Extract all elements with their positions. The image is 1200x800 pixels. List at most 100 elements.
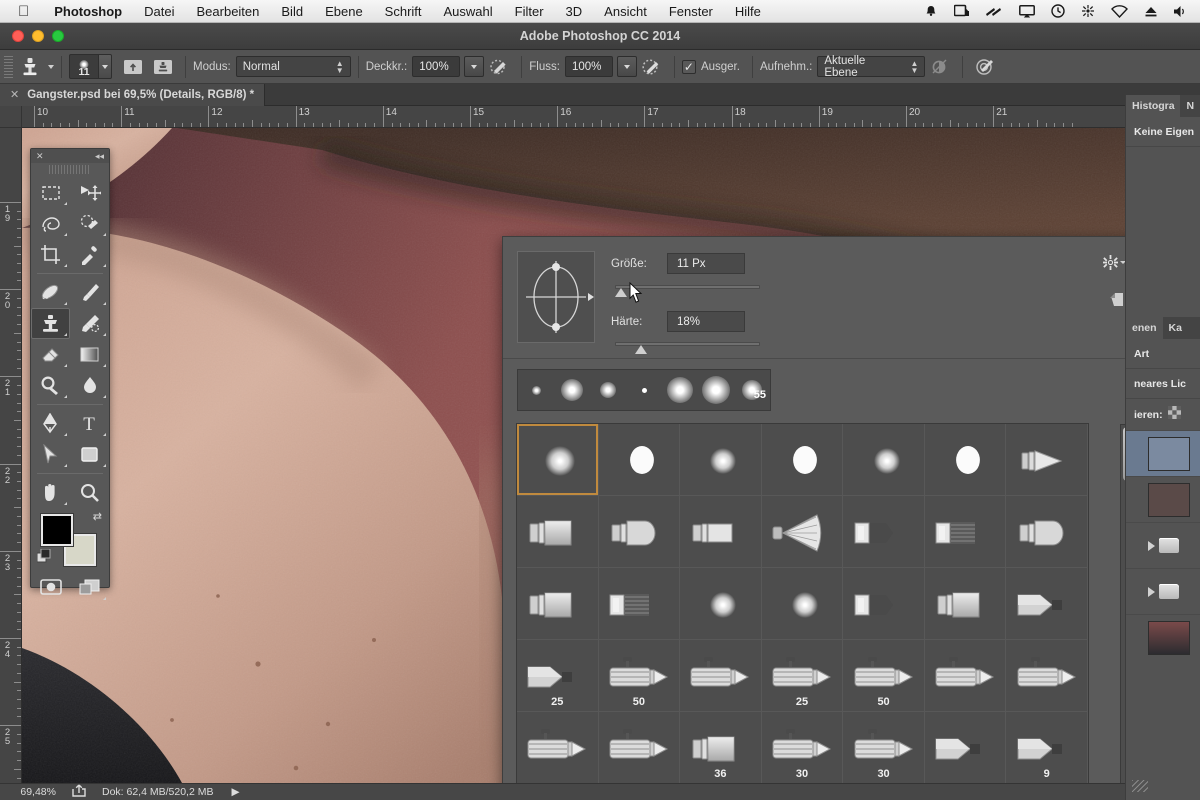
- dropbox-icon[interactable]: [1073, 4, 1103, 18]
- menu-item-hilfe[interactable]: Hilfe: [724, 4, 772, 19]
- dock-tab-enen[interactable]: enen: [1126, 317, 1163, 339]
- brush-preset-item[interactable]: [843, 568, 925, 640]
- vertical-ruler[interactable]: 19 20 21 22 23 24 25: [0, 128, 22, 800]
- brush-preset-item[interactable]: [924, 424, 1007, 496]
- dock-tab-n[interactable]: N: [1180, 95, 1200, 117]
- brush-hardness-input[interactable]: 18%: [667, 311, 745, 332]
- menu-item-bild[interactable]: Bild: [270, 4, 314, 19]
- close-icon[interactable]: ✕: [36, 151, 44, 161]
- tool-eyedropper-tool[interactable]: [70, 239, 109, 270]
- menu-item-fenster[interactable]: Fenster: [658, 4, 724, 19]
- brush-preset-item[interactable]: [680, 640, 762, 712]
- pressure-opacity-icon[interactable]: [486, 55, 512, 79]
- brush-tip-angle-control[interactable]: [517, 251, 595, 343]
- tool-quick-selection-tool[interactable]: [70, 208, 109, 239]
- clone-source-icon[interactable]: [150, 55, 176, 79]
- brush-preset-item[interactable]: 9: [1006, 712, 1088, 784]
- document-tab[interactable]: ✕ Gangster.psd bei 69,5% (Details, RGB/8…: [0, 83, 266, 106]
- brush-preset-item[interactable]: 36: [680, 712, 762, 784]
- chevron-down-icon[interactable]: [98, 55, 111, 78]
- tool-eraser-tool[interactable]: [31, 339, 70, 370]
- tool-move-tool[interactable]: [70, 177, 109, 208]
- tool-lasso-tool[interactable]: [31, 208, 70, 239]
- brush-preset-item[interactable]: [517, 424, 599, 496]
- tablet-pressure-size-icon[interactable]: [972, 55, 998, 79]
- tool-type-tool[interactable]: T: [70, 408, 109, 439]
- foreground-color-swatch[interactable]: [41, 514, 73, 546]
- panel-options-gear-icon[interactable]: [1103, 255, 1126, 270]
- layer-row[interactable]: [1126, 614, 1200, 660]
- tool-pen-tool[interactable]: [31, 408, 70, 439]
- volume-icon[interactable]: [1166, 5, 1196, 18]
- layer-filter-label[interactable]: Art: [1126, 339, 1200, 360]
- brush-preset-item[interactable]: [843, 496, 925, 568]
- expand-status-icon[interactable]: ▶: [213, 786, 239, 798]
- tool-path-selection-tool[interactable]: [31, 439, 70, 470]
- tool-clone-stamp-tool[interactable]: [31, 308, 70, 339]
- recent-brush-1[interactable]: [554, 379, 590, 401]
- brush-hardness-slider-thumb[interactable]: [635, 345, 648, 354]
- dock-tab-ka[interactable]: Ka: [1163, 317, 1188, 339]
- menu-item-auswahl[interactable]: Auswahl: [433, 4, 504, 19]
- recent-brush-2[interactable]: [590, 382, 626, 398]
- recent-brush-6[interactable]: 55: [734, 380, 770, 401]
- tool-history-brush-tool[interactable]: [70, 308, 109, 339]
- opacity-dropdown-button[interactable]: [464, 56, 485, 77]
- collapse-panel-icon[interactable]: ◂◂: [95, 151, 104, 161]
- menu-item-datei[interactable]: Datei: [133, 4, 185, 19]
- brush-preset-picker[interactable]: 11: [69, 54, 112, 79]
- recent-brush-0[interactable]: [518, 385, 554, 395]
- brush-preset-item[interactable]: [680, 496, 762, 568]
- dock-tab-histogra[interactable]: Histogra: [1126, 95, 1181, 117]
- flow-dropdown-button[interactable]: [616, 56, 637, 77]
- brush-preset-item[interactable]: [680, 424, 762, 496]
- share-icon[interactable]: [62, 784, 102, 800]
- brush-preset-item[interactable]: [517, 568, 599, 640]
- options-bar-grip[interactable]: [4, 55, 13, 78]
- zoom-level[interactable]: 69,48%: [0, 786, 62, 798]
- brush-size-input[interactable]: 11 Px: [667, 253, 745, 274]
- brush-presets-list[interactable]: 25 50 25 50 36 30 30 9: [516, 423, 1089, 788]
- tool-rectangle-tool[interactable]: [70, 439, 109, 470]
- brush-preset-item[interactable]: 30: [761, 712, 844, 784]
- close-button[interactable]: [12, 30, 24, 42]
- apple-icon[interactable]: : [0, 4, 43, 19]
- brush-size-slider-thumb[interactable]: [614, 288, 627, 297]
- active-tool-picker[interactable]: [18, 56, 54, 78]
- opacity-input[interactable]: 100%: [412, 56, 461, 77]
- brush-preset-item[interactable]: 50: [598, 640, 681, 712]
- disclosure-triangle-icon[interactable]: [1148, 540, 1155, 551]
- tool-hand-tool[interactable]: [31, 477, 70, 508]
- brush-preset-item[interactable]: [761, 568, 844, 640]
- flow-input[interactable]: 100%: [564, 56, 613, 77]
- quick-mask-toggle[interactable]: [31, 572, 70, 603]
- brush-preset-item[interactable]: [1006, 640, 1088, 712]
- minimize-button[interactable]: [32, 30, 44, 42]
- layer-row[interactable]: [1126, 568, 1200, 614]
- brush-preset-item[interactable]: [517, 712, 599, 784]
- brush-preset-item[interactable]: 30: [843, 712, 925, 784]
- recent-brush-3[interactable]: [626, 387, 662, 393]
- wifi-icon[interactable]: [1103, 4, 1136, 18]
- close-tab-icon[interactable]: ✕: [10, 88, 19, 101]
- brush-preset-item[interactable]: [598, 568, 681, 640]
- brush-preset-item[interactable]: [761, 496, 844, 568]
- brush-preset-item[interactable]: [843, 424, 925, 496]
- brush-preset-item[interactable]: [1006, 568, 1088, 640]
- tool-spot-healing-brush-tool[interactable]: [31, 277, 70, 308]
- eject-icon[interactable]: [1136, 5, 1166, 18]
- aligned-checkbox[interactable]: ✓ Ausger.: [681, 59, 745, 74]
- brush-preset-item[interactable]: 50: [843, 640, 925, 712]
- menu-item-filter[interactable]: Filter: [504, 4, 555, 19]
- tool-brush-tool[interactable]: [70, 277, 109, 308]
- brush-panel-icon[interactable]: [120, 55, 146, 79]
- airbrush-icon[interactable]: [639, 55, 665, 79]
- bell-icon[interactable]: [916, 4, 946, 18]
- tool-gradient-tool[interactable]: [70, 339, 109, 370]
- blend-mode-select[interactable]: Normal ▲ ▼: [235, 56, 351, 77]
- recent-brushes-strip[interactable]: 55: [517, 369, 771, 411]
- brush-preset-item[interactable]: [517, 496, 599, 568]
- menu-item-ebene[interactable]: Ebene: [314, 4, 374, 19]
- tool-blur-tool[interactable]: [70, 370, 109, 401]
- recent-brush-4[interactable]: [662, 377, 698, 403]
